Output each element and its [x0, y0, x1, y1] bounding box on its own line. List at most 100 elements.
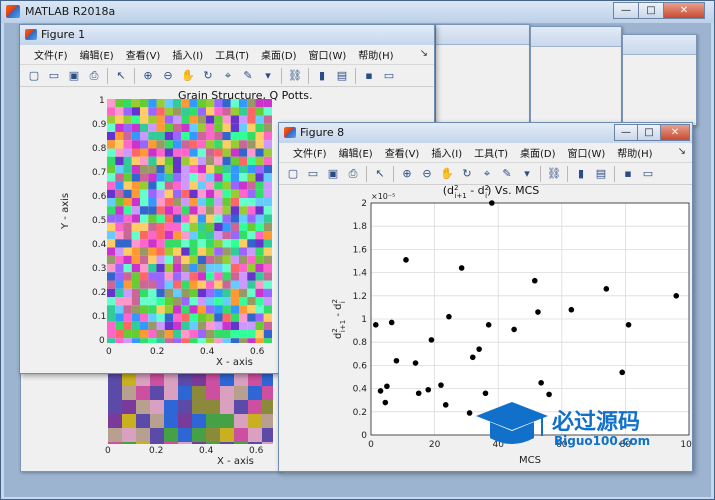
link-icon[interactable]: ⛓ — [546, 166, 562, 182]
data-point — [415, 390, 422, 397]
data-point — [619, 369, 626, 376]
zoom-out-icon[interactable]: ⊖ — [419, 166, 435, 182]
dock-arrow-icon[interactable]: ↘ — [420, 48, 428, 59]
ytick-label: 0.6 — [92, 192, 107, 202]
datacursor-icon[interactable]: ⌖ — [479, 166, 495, 182]
save-icon[interactable]: ▣ — [325, 166, 341, 182]
pointer-icon[interactable]: ↖ — [113, 68, 129, 84]
menu-window[interactable]: 窗口(W) — [303, 47, 353, 62]
pan-icon[interactable]: ✋ — [439, 166, 455, 182]
legend-icon[interactable]: ▤ — [334, 68, 350, 84]
link-icon[interactable]: ⛓ — [287, 68, 303, 84]
menu-file[interactable]: 文件(F) — [28, 47, 74, 62]
data-point — [384, 383, 390, 390]
new-icon[interactable]: ▢ — [26, 68, 42, 84]
data-point — [485, 322, 492, 328]
menu-desktop[interactable]: 桌面(D) — [255, 47, 303, 62]
chevron-down-icon[interactable]: ▾ — [260, 68, 276, 84]
zoom-in-icon[interactable]: ⊕ — [140, 68, 156, 84]
figure8-minimize-button[interactable]: — — [614, 124, 638, 141]
back-grain-plot — [108, 372, 273, 444]
grain-ylabel: Y - axis — [60, 192, 71, 229]
y-tick-label: 1.4 — [353, 269, 368, 279]
dock-icon[interactable]: ▭ — [640, 166, 656, 182]
colorbar-icon[interactable]: ▮ — [314, 68, 330, 84]
chevron-down-icon[interactable]: ▾ — [519, 166, 535, 182]
data-point — [412, 360, 419, 366]
back-xlabel: X - axis — [217, 456, 254, 467]
print-icon[interactable]: ⎙ — [86, 68, 102, 84]
y-tick-label: 0.8 — [353, 338, 368, 348]
back-figure-window[interactable]: 0 0.2 0.4 0.6 X - axis — [20, 366, 282, 472]
menu-view[interactable]: 查看(V) — [379, 145, 426, 160]
menu-window[interactable]: 窗口(W) — [562, 145, 612, 160]
pointer-icon[interactable]: ↖ — [372, 166, 388, 182]
x-tick-label: 100 — [680, 440, 692, 450]
figure8-maximize-button[interactable]: □ — [637, 124, 661, 141]
ytick-label: 0.5 — [92, 216, 107, 226]
xtick-label: 0.4 — [200, 347, 215, 357]
data-point — [538, 380, 544, 386]
menu-view[interactable]: 查看(V) — [120, 47, 167, 62]
dock-arrow-icon[interactable]: ↘ — [678, 146, 686, 157]
rotate-icon[interactable]: ↻ — [459, 166, 475, 182]
brush-icon[interactable]: ✎ — [240, 68, 256, 84]
ytick-label: 0 — [99, 336, 105, 346]
pan-icon[interactable]: ✋ — [180, 68, 196, 84]
dock-icon[interactable]: ▭ — [381, 68, 397, 84]
y-tick-label: 0 — [361, 431, 367, 441]
menu-tools[interactable]: 工具(T) — [468, 145, 514, 160]
brush-icon[interactable]: ✎ — [499, 166, 515, 182]
y-tick-label: 0.4 — [353, 385, 368, 395]
colorbar-icon[interactable]: ▮ — [573, 166, 589, 182]
legend-icon[interactable]: ▤ — [593, 166, 609, 182]
figure8-title-bar[interactable]: Figure 8 — □ ✕ — [279, 123, 692, 143]
rotate-icon[interactable]: ↻ — [200, 68, 216, 84]
hide-tools-icon[interactable]: ▪ — [361, 68, 377, 84]
main-title-bar[interactable]: MATLAB R2018a — □ ✕ — [1, 1, 714, 23]
menu-help[interactable]: 帮助(H) — [352, 47, 399, 62]
data-point — [531, 277, 538, 284]
menu-file[interactable]: 文件(F) — [287, 145, 333, 160]
menu-edit[interactable]: 编辑(E) — [333, 145, 379, 160]
back-xtick: 0.6 — [249, 446, 264, 456]
menu-desktop[interactable]: 桌面(D) — [514, 145, 562, 160]
back-figure-window[interactable] — [435, 24, 530, 124]
grain-xlabel: X - axis — [216, 357, 253, 368]
y-tick-label: 0.6 — [353, 361, 368, 371]
data-point — [428, 337, 435, 343]
main-maximize-button[interactable]: □ — [638, 2, 664, 19]
menu-edit[interactable]: 编辑(E) — [74, 47, 120, 62]
save-icon[interactable]: ▣ — [66, 68, 82, 84]
open-icon[interactable]: ▭ — [305, 166, 321, 182]
menu-help[interactable]: 帮助(H) — [611, 145, 658, 160]
chart-title: (d2 i+1 - d2 i) Vs. MCS — [443, 185, 540, 200]
back-figure-window[interactable] — [622, 34, 697, 126]
main-close-button[interactable]: ✕ — [663, 2, 705, 19]
data-point — [511, 326, 517, 333]
menu-insert[interactable]: 插入(I) — [425, 145, 468, 160]
menu-tools[interactable]: 工具(T) — [209, 47, 255, 62]
zoom-out-icon[interactable]: ⊖ — [160, 68, 176, 84]
menu-insert[interactable]: 插入(I) — [166, 47, 209, 62]
figure1-title: Figure 1 — [41, 28, 86, 41]
data-point — [546, 391, 552, 398]
open-icon[interactable]: ▭ — [46, 68, 62, 84]
xtick-label: 0.2 — [150, 347, 165, 357]
back-xtick: 0.4 — [199, 446, 214, 456]
datacursor-icon[interactable]: ⌖ — [220, 68, 236, 84]
data-point — [382, 399, 389, 406]
print-icon[interactable]: ⎙ — [345, 166, 361, 182]
main-minimize-button[interactable]: — — [613, 2, 639, 19]
data-point — [388, 319, 395, 326]
figure1-title-bar[interactable]: Figure 1 — [20, 25, 434, 45]
data-point — [393, 357, 400, 364]
hide-tools-icon[interactable]: ▪ — [620, 166, 636, 182]
data-point — [489, 200, 495, 206]
zoom-in-icon[interactable]: ⊕ — [399, 166, 415, 182]
figure1-toolbar: ▢ ▭ ▣ ⎙ ↖ ⊕ ⊖ ✋ ↻ ⌖ ✎ ▾ ⛓ ▮ ▤ ▪ ▭ — [20, 65, 434, 87]
back-figure-window[interactable] — [530, 26, 622, 124]
figure8-close-button[interactable]: ✕ — [660, 124, 690, 141]
new-icon[interactable]: ▢ — [285, 166, 301, 182]
ytick-label: 0.1 — [92, 312, 107, 322]
